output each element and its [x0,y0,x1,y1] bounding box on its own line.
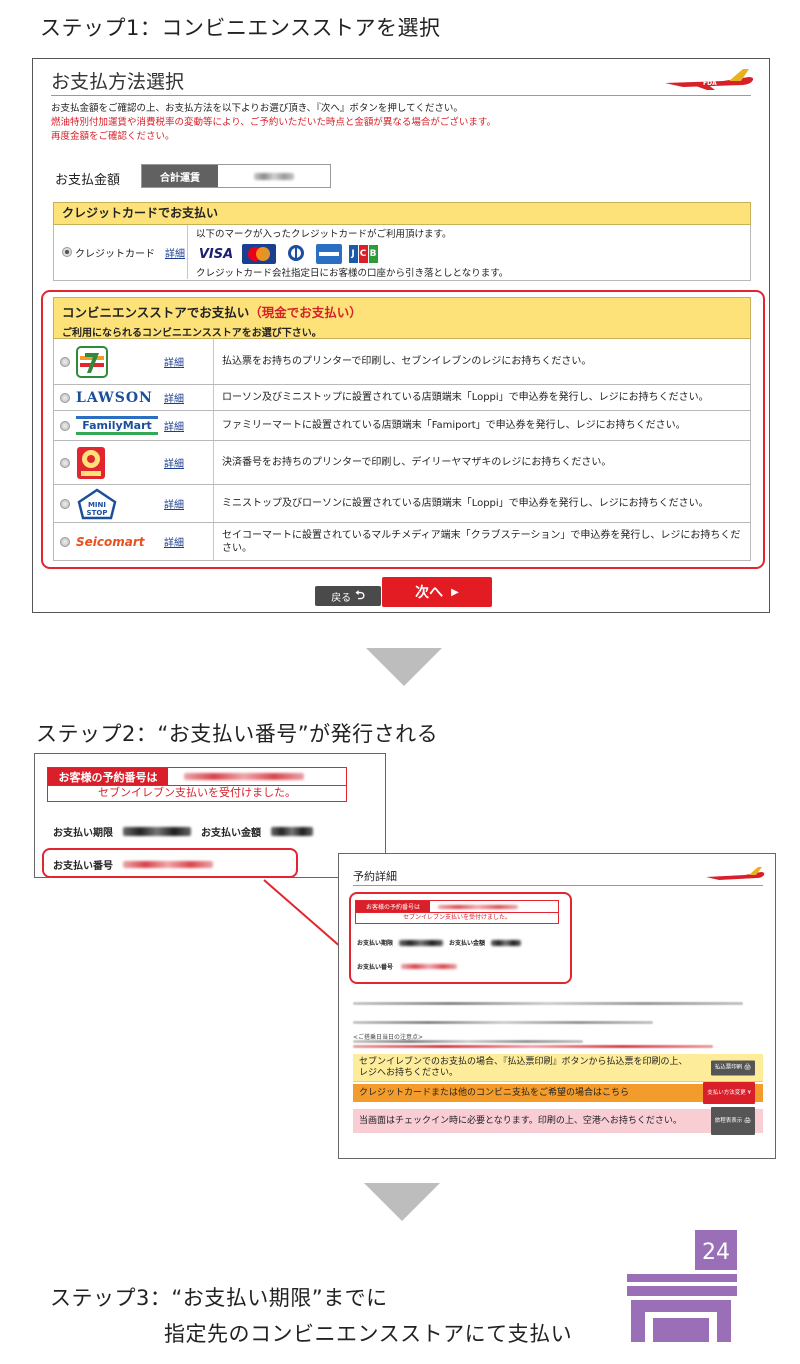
down-arrow-icon [364,1183,440,1221]
seven-eleven-print-text: セブンイレブンでのお支払の場合、『払込票印刷』ボタンから払込票を印刷の上、レジへ… [359,1057,688,1078]
detail-title: 予約詳細 [353,870,397,883]
change-payment-button[interactable]: 支払い方法変更 ¥ [703,1082,755,1104]
mini-payment-number-label: お支払い番号 [357,964,394,971]
change-payment-button-label: 支払い方法変更 [707,1090,746,1096]
connector-line [263,879,351,956]
detail-divider [353,885,763,886]
printer-icon: 🖨 [744,1118,751,1124]
printer-icon: 🖨 [744,1064,751,1070]
change-payment-bar: クレジットカードまたは他のコンビニ支払をご希望の場合はこちら 支払い方法変更 ¥ [353,1082,763,1104]
mini-payment-number-row: お支払い番号 [357,962,458,971]
step3-title-line1: ステップ3：“お支払い期限”までに [50,1286,388,1310]
itinerary-bar: 当画面はチェックイン時に必要となります。印刷の上、空港へお持ちください。 旅程表… [353,1107,763,1135]
mini-deadline-label: お支払い期限 [357,940,394,947]
reservation-detail-panel: 予約詳細 お客様の予約番号は セブンイレブン支払いを受付けました。 お支払い期限… [338,853,776,1159]
mini-reservation-label: お客様の予約番号は [356,901,430,912]
fda-airplane-logo-small [706,867,765,880]
itinerary-button-label: 旅程表表示 [714,1118,743,1124]
mini-deadline-row: お支払い期限 お支払い金額 [357,938,522,947]
notes-heading: <ご搭乗日当日の注意点> [353,1034,424,1041]
print-slip-button-label: 払込票印刷 [714,1064,743,1070]
change-payment-text: クレジットカードまたは他のコンビニ支払をご希望の場合はこちら [359,1088,630,1098]
itinerary-text: 当画面はチェックイン時に必要となります。印刷の上、空港へお持ちください。 [359,1116,682,1126]
seven-eleven-print-bar: セブンイレブンでのお支払の場合、『払込票印刷』ボタンから払込票を印刷の上、レジへ… [353,1054,763,1082]
mini-amount-label: お支払い金額 [449,940,486,947]
store-24h-badge: 24 [702,1240,730,1265]
print-slip-button[interactable]: 払込票印刷 🖨 [710,1060,755,1075]
yen-icon: ¥ [747,1090,752,1096]
step3-title-line2: 指定先のコンビニエンスストアにて支払い [164,1322,573,1346]
itinerary-button[interactable]: 旅程表表示 🖨 [710,1107,755,1135]
mini-accepted-message: セブンイレブン支払いを受付けました。 [355,913,559,924]
notes-text-blurred [353,1045,713,1048]
mini-reservation-header: お客様の予約番号は [355,900,559,913]
convenience-store-24h-icon: 24 [627,1230,737,1342]
